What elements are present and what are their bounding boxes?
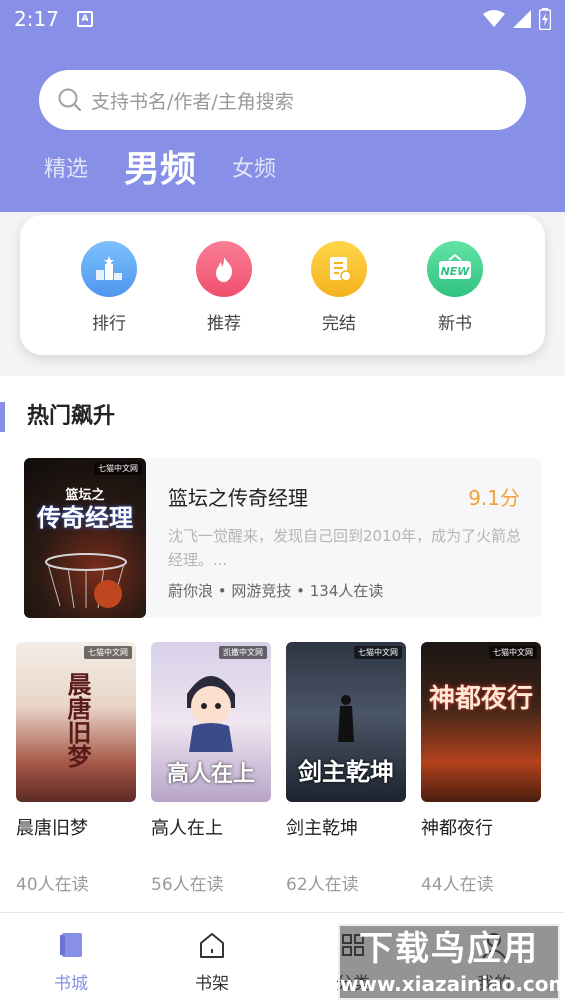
wifi-icon: [483, 10, 505, 27]
book-card[interactable]: 七猫中文网 神都夜行 神都夜行 44人在读: [421, 642, 541, 895]
publisher-tag: 七猫中文网: [84, 646, 132, 659]
document-icon: [311, 241, 367, 297]
cover-title: 晨唐旧梦: [63, 672, 91, 768]
book-title: 神都夜行: [421, 818, 493, 839]
watermark-url: www.xiazainiao.com: [340, 972, 565, 996]
featured-score: 9.1分: [468, 486, 520, 510]
bookshelf-icon: [200, 933, 224, 958]
section-title: 热门飙升: [27, 404, 116, 429]
category-ranking[interactable]: 排行: [69, 241, 149, 334]
book-card[interactable]: 凯撒中文网 高人在上 高人在上 56人在读: [151, 642, 271, 895]
publisher-tag: 七猫中文网: [354, 646, 402, 659]
bookstore-icon: [60, 933, 82, 957]
book-title: 剑主乾坤: [286, 818, 358, 839]
watermark-title: 下载鸟应用: [359, 929, 539, 969]
book-cover: 七猫中文网 神都夜行: [421, 642, 541, 802]
tab-female[interactable]: 女频: [232, 140, 276, 200]
basketball-hoop-icon: [45, 553, 127, 609]
channel-tabs: 精选 男频 女频: [44, 140, 312, 200]
search-icon: [58, 88, 82, 112]
fire-icon: [196, 241, 252, 297]
featured-cover: 七猫中文网 篮坛之 传奇经理: [24, 458, 146, 618]
category-completed[interactable]: 完结: [299, 241, 379, 334]
header: 2:17 A 支持书名/作者/主角搜索 精选 男频 女频: [0, 0, 565, 212]
nav-bookshelf[interactable]: 书架: [172, 931, 252, 994]
book-readers: 56人在读: [151, 875, 224, 895]
section-accent-bar: [0, 402, 5, 432]
book-card[interactable]: 七猫中文网 剑主乾坤 剑主乾坤 62人在读: [286, 642, 406, 895]
status-indicators: [483, 8, 551, 30]
book-readers: 40人在读: [16, 875, 89, 895]
publisher-tag: 七猫中文网: [94, 462, 142, 475]
book-readers: 62人在读: [286, 875, 359, 895]
publisher-tag: 凯撒中文网: [219, 646, 267, 659]
cover-title: 神都夜行: [428, 684, 533, 714]
publisher-tag: 七猫中文网: [489, 646, 537, 659]
nav-label: 书架: [195, 974, 229, 994]
new-icon: NEW: [427, 241, 483, 297]
status-time: 2:17: [14, 7, 59, 31]
notification-icon: A: [76, 11, 93, 27]
nav-bookstore[interactable]: 书城: [31, 931, 111, 994]
category-label: 排行: [92, 314, 126, 334]
battery-icon: [539, 8, 551, 30]
search-input[interactable]: 支持书名/作者/主角搜索: [39, 70, 526, 130]
cover-title: 高人在上: [166, 762, 255, 787]
book-title: 晨唐旧梦: [16, 818, 88, 839]
cover-title: 传奇经理: [37, 504, 133, 532]
swordsman-silhouette-icon: [338, 695, 354, 742]
book-card[interactable]: 七猫中文网 晨唐旧梦 晨唐旧梦 40人在读: [16, 642, 136, 895]
book-cover: 凯撒中文网 高人在上: [151, 642, 271, 802]
tab-male[interactable]: 男频: [124, 140, 196, 200]
category-card: 排行 推荐 完结 NEW 新书: [20, 215, 545, 355]
status-bar: 2:17 A: [0, 0, 565, 38]
featured-title: 篮坛之传奇经理: [168, 486, 308, 510]
book-readers: 44人在读: [421, 875, 494, 895]
tab-featured[interactable]: 精选: [44, 140, 88, 200]
signal-icon: [513, 10, 531, 28]
nav-label: 书城: [54, 974, 88, 994]
book-cover: 七猫中文网 晨唐旧梦: [16, 642, 136, 802]
book-title: 高人在上: [151, 818, 223, 839]
hot-section: 热门飙升 七猫中文网 篮坛之 传奇经理 篮坛之传奇经理 9.1分 沈飞一觉醒来，…: [0, 376, 565, 912]
book-cover: 七猫中文网 剑主乾坤: [286, 642, 406, 802]
featured-meta: 蔚你浪 • 网游竞技 • 134人在读: [168, 582, 384, 600]
watermark: 下载鸟应用 www.xiazainiao.com: [338, 924, 565, 1000]
category-label: 推荐: [207, 314, 241, 334]
category-label: 完结: [322, 314, 356, 334]
ranking-icon: [81, 241, 137, 297]
category-new[interactable]: NEW 新书: [415, 241, 495, 334]
category-label: 新书: [438, 314, 472, 334]
search-placeholder: 支持书名/作者/主角搜索: [91, 90, 294, 113]
featured-description: 沈飞一觉醒来，发现自己回到2010年，成为了火箭总经理。...: [168, 527, 522, 569]
category-recommend[interactable]: 推荐: [184, 241, 264, 334]
svg-text:NEW: NEW: [441, 265, 471, 278]
cover-title: 剑主乾坤: [298, 758, 394, 786]
featured-book[interactable]: 七猫中文网 篮坛之 传奇经理 篮坛之传奇经理 9.1分 沈飞一觉醒来，发现自己回…: [24, 458, 542, 618]
character-illustration-icon: [187, 676, 235, 752]
